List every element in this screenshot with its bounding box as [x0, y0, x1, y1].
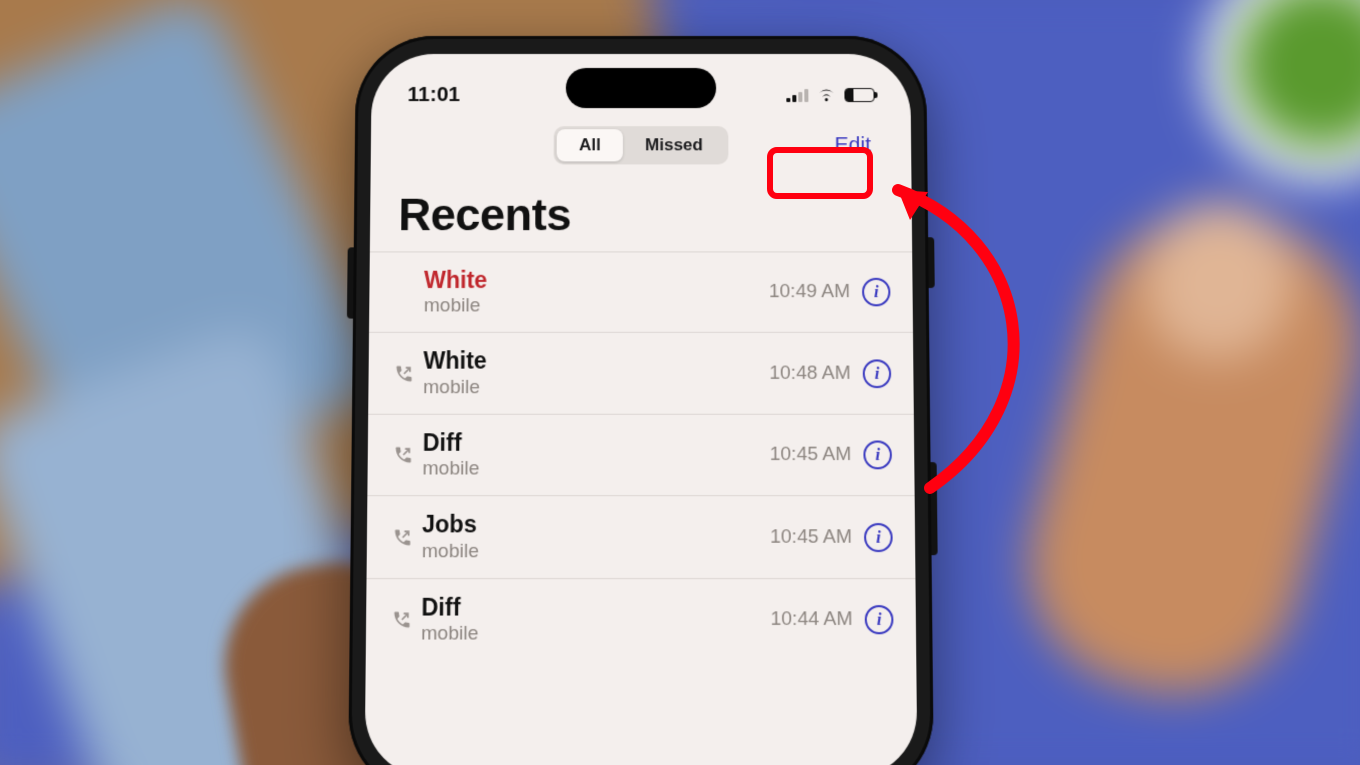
- call-type: mobile: [422, 540, 770, 563]
- recents-list[interactable]: Whitemobile10:49 AMiWhitemobile10:48 AMi…: [366, 251, 917, 660]
- call-time: 10:45 AM: [770, 526, 852, 549]
- outgoing-call-icon: [390, 445, 417, 466]
- segment-missed[interactable]: Missed: [623, 129, 725, 161]
- call-row[interactable]: Jobsmobile10:45 AM i: [367, 495, 916, 577]
- call-time: 10:44 AM: [770, 608, 852, 631]
- info-icon[interactable]: i: [864, 523, 893, 552]
- call-time: 10:45 AM: [770, 444, 852, 467]
- info-icon[interactable]: i: [863, 441, 892, 470]
- outgoing-call-icon: [391, 363, 418, 383]
- call-row[interactable]: Whitemobile10:48 AM i: [368, 332, 914, 413]
- call-time: 10:48 AM: [769, 362, 850, 385]
- dynamic-island: [566, 68, 716, 108]
- call-row[interactable]: Diffmobile10:44 AM i: [366, 578, 917, 661]
- call-row[interactable]: Diffmobile10:45 AM i: [367, 414, 914, 496]
- info-icon[interactable]: i: [865, 605, 894, 634]
- wifi-icon: [816, 88, 836, 102]
- call-type: mobile: [423, 377, 769, 400]
- call-name: Jobs: [422, 511, 770, 538]
- info-icon[interactable]: i: [862, 278, 891, 307]
- cellular-icon: [786, 88, 808, 102]
- battery-icon: [844, 88, 874, 102]
- call-row[interactable]: Whitemobile10:49 AM i: [369, 251, 913, 332]
- call-name: White: [423, 348, 769, 375]
- call-type: mobile: [422, 458, 769, 481]
- outgoing-call-icon: [389, 527, 416, 548]
- segment-all[interactable]: All: [557, 129, 623, 161]
- call-name: Diff: [423, 429, 770, 456]
- info-icon[interactable]: i: [863, 359, 892, 388]
- call-time: 10:49 AM: [769, 281, 850, 303]
- outgoing-call-icon: [389, 609, 416, 630]
- filter-segmented-control[interactable]: All Missed: [554, 126, 728, 164]
- call-name: White: [424, 267, 769, 294]
- call-type: mobile: [424, 296, 769, 318]
- annotation-highlight-box: [767, 147, 873, 199]
- status-time: 11:01: [407, 83, 460, 107]
- call-name: Diff: [421, 593, 770, 621]
- iphone-device: 11:01 All Missed Edit Recents Whitemobil…: [348, 36, 934, 765]
- call-type: mobile: [421, 623, 771, 646]
